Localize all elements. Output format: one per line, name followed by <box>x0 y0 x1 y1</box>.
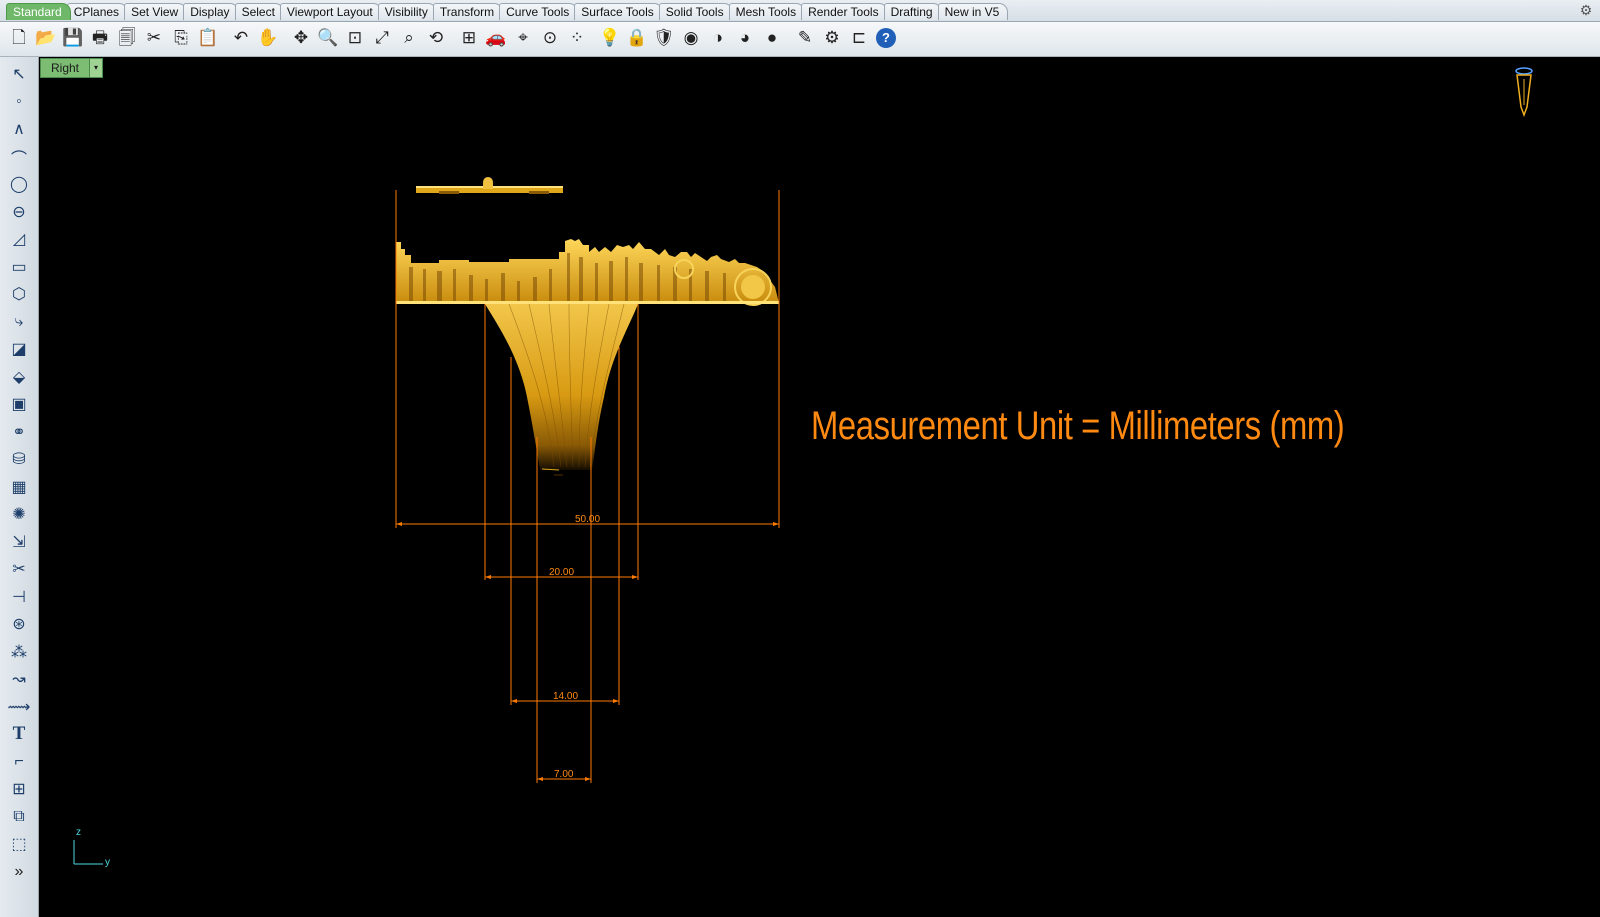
dimension-label-14: 14.00 <box>553 691 578 702</box>
fillet-curve-icon[interactable]: ⤷ <box>6 309 32 335</box>
dimension-label-7: 7.00 <box>554 769 574 780</box>
dimension-arrows <box>396 522 779 781</box>
four-viewports-icon[interactable]: ⊞ <box>456 25 482 51</box>
pan-hand-icon[interactable]: ✋ <box>255 25 281 51</box>
tab-display[interactable]: Display <box>183 3 239 20</box>
dimension-label-50: 50.00 <box>575 514 600 525</box>
color-wheel-icon[interactable]: ◉ <box>678 25 704 51</box>
cylinder-icon[interactable]: ⛁ <box>6 446 32 472</box>
select-points-icon[interactable]: ⁘ <box>564 25 590 51</box>
box-icon[interactable]: ▣ <box>6 391 32 417</box>
viewport-pen-icon[interactable] <box>1515 67 1533 118</box>
material-icon[interactable]: 🛡 <box>651 25 677 51</box>
rendered-sphere-icon[interactable]: ◕ <box>732 25 758 51</box>
options-gear-icon[interactable]: ⚙ <box>819 25 845 51</box>
zoom-window-icon[interactable]: ⊡ <box>342 25 368 51</box>
pen-icon[interactable]: ✎ <box>792 25 818 51</box>
tab-standard[interactable]: Standard <box>6 3 71 20</box>
paste-icon[interactable]: 📋 <box>195 25 221 51</box>
tab-new-in-v5[interactable]: New in V5 <box>937 3 1009 20</box>
object-snap-icon[interactable]: ⊙ <box>537 25 563 51</box>
measurement-unit-label: Measurement Unit = Millimeters (mm) <box>811 404 1345 448</box>
polyline-icon[interactable]: ∧ <box>6 116 32 142</box>
print-icon[interactable]: 🖶 <box>87 25 113 51</box>
tab-viewport-layout[interactable]: Viewport Layout <box>279 3 382 20</box>
point-icon[interactable]: ◦ <box>6 89 32 115</box>
model-scene: 50.00 20.00 14.00 7.00 <box>73 67 1533 865</box>
array-icon[interactable]: ⊞ <box>6 776 32 802</box>
rotate-view-icon[interactable]: ⟲ <box>423 25 449 51</box>
rectangle-icon[interactable]: ▭ <box>6 254 32 280</box>
open-folder-icon[interactable]: 📂 <box>33 25 59 51</box>
standard-toolbar: 🗋 📂 💾 🖶 🗐 ✂ ⎘ 📋 ↶ ✋ ✥ 🔍 ⊡ ⤢ ⌕ ⟲ ⊞ 🚗 ⌖ ⊙ ⁘ 💡 🔒 🛡 ◉ ◑ ◕ ● ✎ ⚙ ⊏? <box>0 22 1600 57</box>
tab-curve-tools[interactable]: Curve Tools <box>499 3 579 20</box>
tab-list: Standard CPlanes Set View Display Select View… <box>6 3 1009 21</box>
tabbar-options-icon[interactable]: ⚙ <box>1578 2 1594 18</box>
curve-icon[interactable]: ⌒ <box>6 144 32 170</box>
tab-drafting[interactable]: Drafting <box>883 3 942 20</box>
ring-city-skyline <box>396 239 779 306</box>
save-icon[interactable]: 💾 <box>60 25 86 51</box>
dimension-tool-icon[interactable]: ⌐ <box>6 749 32 775</box>
trim-icon[interactable]: ✂ <box>6 556 32 582</box>
tab-transform[interactable]: Transform <box>432 3 504 20</box>
axis-indicator <box>73 840 103 865</box>
layer-icon[interactable]: ⧉ <box>6 804 32 830</box>
lightbulb-icon[interactable]: 💡 <box>597 25 623 51</box>
zoom-selected-icon[interactable]: ⌕ <box>396 25 422 51</box>
axis-y-label: y <box>105 857 110 868</box>
new-file-icon[interactable]: 🗋 <box>6 25 32 51</box>
blend-icon[interactable]: ↝ <box>6 666 32 692</box>
axis-z-label: z <box>76 827 81 838</box>
help-icon[interactable]: ? <box>876 28 896 48</box>
shaded-sphere-icon[interactable]: ◑ <box>705 25 731 51</box>
solid-union-icon[interactable]: ⚭ <box>6 419 32 445</box>
circle-icon[interactable]: ◯ <box>6 171 32 197</box>
ellipse-icon[interactable]: ⊖ <box>6 199 32 225</box>
transform-icon[interactable]: ⇲ <box>6 529 32 555</box>
ring-shank <box>485 303 638 476</box>
undo-icon[interactable]: ↶ <box>228 25 254 51</box>
block-icon[interactable]: ⬚ <box>6 831 32 857</box>
grid-snap-icon[interactable]: ⌖ <box>510 25 536 51</box>
explode-icon[interactable]: ✺ <box>6 501 32 527</box>
tab-surface-tools[interactable]: Surface Tools <box>574 3 663 20</box>
tab-mesh-tools[interactable]: Mesh Tools <box>728 3 806 20</box>
ring-top-band <box>416 177 563 194</box>
copy-icon[interactable]: ⎘ <box>168 25 194 51</box>
left-toolbar: ↖ ◦ ∧ ⌒ ◯ ⊖ ◿ ▭ ⬡ ⤷ ◪ ⬙ ▣ ⚭ ⛁ ▦ ✺ ⇲ ✂ ⊣ ⊛ ⁂ ↝ ⟿ T ⌐ ⊞ ⧉ ⬚» <box>0 57 39 917</box>
dimension-label-20: 20.00 <box>549 567 574 578</box>
toolbar-icon-row: 🗋 📂 💾 🖶 🗐 ✂ ⎘ 📋 ↶ ✋ ✥ 🔍 ⊡ ⤢ ⌕ ⟲ ⊞ 🚗 ⌖ ⊙ ⁘ 💡 🔒 🛡 ◉ ◑ ◕ ● ✎ ⚙ ⊏? <box>6 25 899 51</box>
tab-solid-tools[interactable]: Solid Tools <box>658 3 733 20</box>
more-tools-icon[interactable]: » <box>6 859 32 885</box>
viewport-right[interactable]: Right ▾ 50.00 20.00 14.00 7.00 Measureme… <box>39 57 1600 917</box>
lock-icon[interactable]: 🔒 <box>624 25 650 51</box>
select-arrow-icon[interactable]: ↖ <box>6 61 32 87</box>
zoom-icon[interactable]: 🔍 <box>315 25 341 51</box>
text-icon[interactable]: T <box>6 721 32 747</box>
dimension-icon[interactable]: ⊏ <box>846 25 872 51</box>
mesh-icon[interactable]: ▦ <box>6 474 32 500</box>
tab-render-tools[interactable]: Render Tools <box>801 3 888 20</box>
extrude-icon[interactable]: ⬙ <box>6 364 32 390</box>
tab-set-view[interactable]: Set View <box>124 3 188 20</box>
tab-visibility[interactable]: Visibility <box>377 3 437 20</box>
surface-icon[interactable]: ◪ <box>6 336 32 362</box>
offset-icon[interactable]: ⟿ <box>6 694 32 720</box>
group-icon[interactable]: ⁂ <box>6 639 32 665</box>
boolean-icon[interactable]: ⊛ <box>6 611 32 637</box>
polygon-icon[interactable]: ⬡ <box>6 281 32 307</box>
export-icon[interactable]: 🗐 <box>114 25 140 51</box>
split-icon[interactable]: ⊣ <box>6 584 32 610</box>
toolbar-tab-strip: Standard CPlanes Set View Display Select View… <box>0 0 1600 22</box>
move-view-icon[interactable]: ✥ <box>288 25 314 51</box>
render-icon[interactable]: ● <box>759 25 785 51</box>
tab-cplanes[interactable]: CPlanes <box>66 3 129 20</box>
zoom-extents-icon[interactable]: ⤢ <box>369 25 395 51</box>
car-icon[interactable]: 🚗 <box>483 25 509 51</box>
arc-icon[interactable]: ◿ <box>6 226 32 252</box>
cut-icon[interactable]: ✂ <box>141 25 167 51</box>
tab-select[interactable]: Select <box>234 3 284 20</box>
